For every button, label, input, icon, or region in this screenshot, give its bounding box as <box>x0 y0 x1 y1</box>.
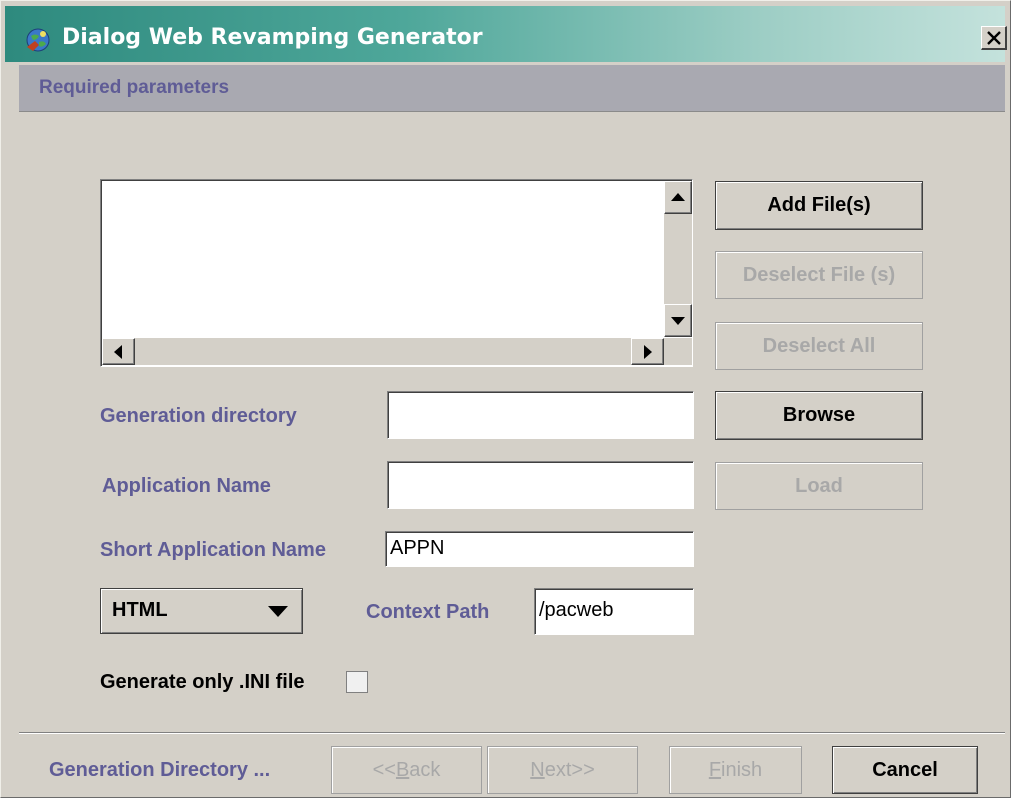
add-files-button[interactable]: Add File(s) <box>715 181 923 230</box>
generation-directory-label: Generation directory <box>100 405 297 427</box>
scroll-down-button[interactable] <box>664 304 692 337</box>
back-rest: ack <box>409 758 441 781</box>
horizontal-scrollbar[interactable] <box>102 338 664 365</box>
context-path-field[interactable]: /pacweb <box>534 588 694 635</box>
scroll-left-button[interactable] <box>102 338 135 365</box>
section-header: Required parameters <box>19 65 1005 111</box>
next-rest: ext>> <box>544 758 595 781</box>
arrow-down-icon <box>671 317 685 325</box>
output-type-select[interactable]: HTML <box>100 588 303 634</box>
generate-ini-checkbox[interactable] <box>346 671 368 693</box>
deselect-all-button[interactable]: Deselect All <box>715 322 923 370</box>
short-application-name-field[interactable]: APPN <box>385 531 694 567</box>
cancel-button[interactable]: Cancel <box>832 746 978 794</box>
short-application-name-label: Short Application Name <box>100 539 326 561</box>
close-button[interactable] <box>981 26 1007 50</box>
application-name-field[interactable] <box>387 461 694 509</box>
window-title: Dialog Web Revamping Generator <box>62 25 483 50</box>
dialog-window: Dialog Web Revamping Generator Required … <box>0 0 1011 798</box>
scroll-up-button[interactable] <box>664 181 692 214</box>
back-button[interactable]: << Back <box>331 746 482 794</box>
scroll-right-button[interactable] <box>631 338 664 365</box>
arrow-right-icon <box>644 345 652 359</box>
arrow-left-icon <box>114 345 122 359</box>
application-name-label: Application Name <box>102 475 271 497</box>
browse-button[interactable]: Browse <box>715 391 923 440</box>
next-button[interactable]: Next>> <box>487 746 638 794</box>
finish-button[interactable]: Finish <box>669 746 802 794</box>
arrow-up-icon <box>671 193 685 201</box>
deselect-files-button[interactable]: Deselect File (s) <box>715 251 923 299</box>
generate-ini-label: Generate only .INI file <box>100 671 305 693</box>
output-type-value: HTML <box>112 599 168 621</box>
close-x-icon <box>987 31 1001 45</box>
back-prefix: << <box>372 758 396 781</box>
header-divider <box>19 111 1005 112</box>
context-path-label: Context Path <box>366 601 490 623</box>
app-globe-icon <box>26 28 50 52</box>
chevron-down-icon <box>268 606 288 617</box>
back-mnemonic: B <box>395 758 410 781</box>
title-bar[interactable]: Dialog Web Revamping Generator <box>5 6 1007 62</box>
load-button[interactable]: Load <box>715 462 923 510</box>
finish-rest: inish <box>721 758 763 781</box>
generation-directory-field[interactable] <box>387 391 694 439</box>
finish-mnemonic: F <box>708 758 722 781</box>
vertical-scrollbar[interactable] <box>664 181 692 337</box>
next-mnemonic: N <box>530 758 545 781</box>
footer-status: Generation Directory ... <box>49 759 271 781</box>
scrollbar-corner <box>664 338 692 365</box>
section-title: Required parameters <box>39 77 230 98</box>
